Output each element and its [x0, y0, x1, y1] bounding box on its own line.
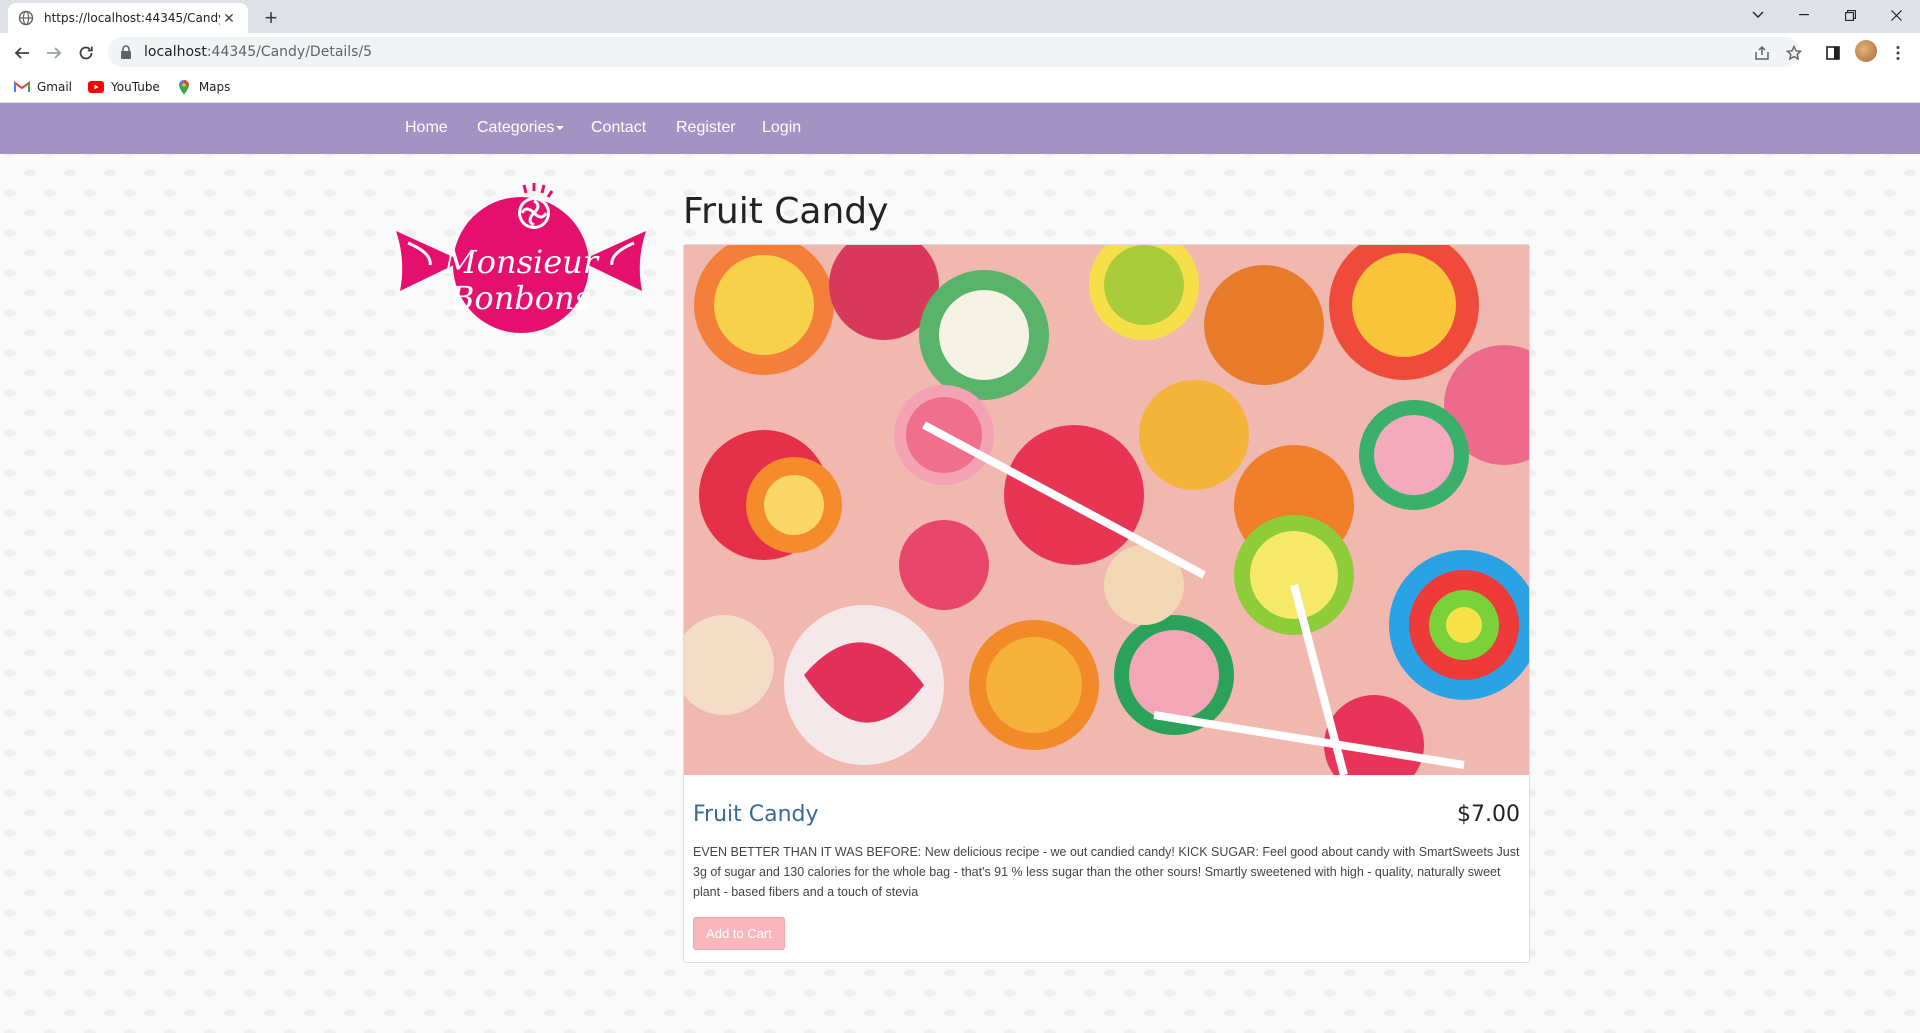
lock-icon — [120, 45, 132, 59]
new-tab-button[interactable]: + — [258, 5, 284, 31]
forward-icon[interactable] — [40, 39, 68, 67]
browser-tab[interactable]: https://localhost:44345/Candy/D ✕ — [8, 3, 248, 33]
back-icon[interactable] — [8, 39, 36, 67]
bookmark-label: Gmail — [37, 79, 73, 94]
product-price: $7.00 — [1457, 802, 1520, 827]
page-viewport: Home Categories Contact Register Login M… — [0, 103, 1920, 1033]
restore-icon[interactable] — [1827, 0, 1873, 30]
nav-home[interactable]: Home — [405, 119, 448, 137]
product-description: EVEN BETTER THAN IT WAS BEFORE: New deli… — [693, 845, 1520, 899]
maps-icon — [176, 79, 192, 95]
product-image — [684, 245, 1529, 775]
bookmark-label: Maps — [198, 79, 231, 94]
page-title: Fruit Candy — [683, 191, 889, 232]
bookmark-gmail[interactable]: Gmail — [14, 79, 72, 95]
product-name-link[interactable]: Fruit Candy — [693, 802, 819, 827]
site-logo[interactable]: Monsieur Bonbons — [392, 181, 650, 347]
globe-icon — [18, 10, 34, 26]
nav-login[interactable]: Login — [762, 119, 801, 137]
logo-text-monsieur: Monsieur — [443, 243, 600, 281]
url-text: localhost:44345/Candy/Details/5 — [144, 44, 373, 60]
bookmark-label: YouTube — [111, 79, 160, 94]
share-icon[interactable] — [1750, 41, 1774, 65]
bookmark-youtube[interactable]: YouTube — [88, 79, 160, 95]
browser-tabstrip: https://localhost:44345/Candy/D ✕ + — [0, 0, 1920, 33]
address-bar[interactable]: localhost:44345/Candy/Details/5 — [108, 37, 1800, 67]
site-navbar: Home Categories Contact Register Login — [0, 103, 1920, 154]
add-to-cart-button[interactable]: Add to Cart — [693, 917, 785, 950]
bookmark-star-icon[interactable] — [1782, 41, 1806, 65]
reload-icon[interactable] — [72, 39, 100, 67]
gmail-icon — [14, 79, 30, 95]
browser-toolbar: localhost:44345/Candy/Details/5 — [0, 33, 1920, 71]
bookmarks-bar: Gmail YouTube Maps — [0, 71, 1920, 103]
profile-avatar[interactable] — [1855, 40, 1877, 62]
nav-categories[interactable]: Categories — [477, 119, 565, 137]
minimize-icon[interactable] — [1781, 0, 1827, 30]
caret-down-icon — [556, 125, 565, 130]
close-tab-icon[interactable]: ✕ — [220, 9, 238, 27]
logo-text-bonbons: Bonbons — [450, 279, 591, 317]
nav-contact[interactable]: Contact — [591, 119, 646, 137]
close-window-icon[interactable] — [1873, 0, 1919, 30]
bookmark-maps[interactable]: Maps — [176, 79, 231, 95]
tab-title: https://localhost:44345/Candy/D — [44, 11, 220, 25]
nav-categories-label: Categories — [477, 119, 555, 136]
youtube-icon — [88, 79, 105, 95]
menu-icon[interactable] — [1886, 41, 1910, 65]
side-panel-icon[interactable] — [1821, 41, 1845, 65]
tab-search-icon[interactable] — [1735, 0, 1781, 30]
nav-register[interactable]: Register — [676, 119, 736, 137]
product-card: Fruit Candy $7.00 EVEN BETTER THAN IT WA… — [683, 244, 1530, 963]
